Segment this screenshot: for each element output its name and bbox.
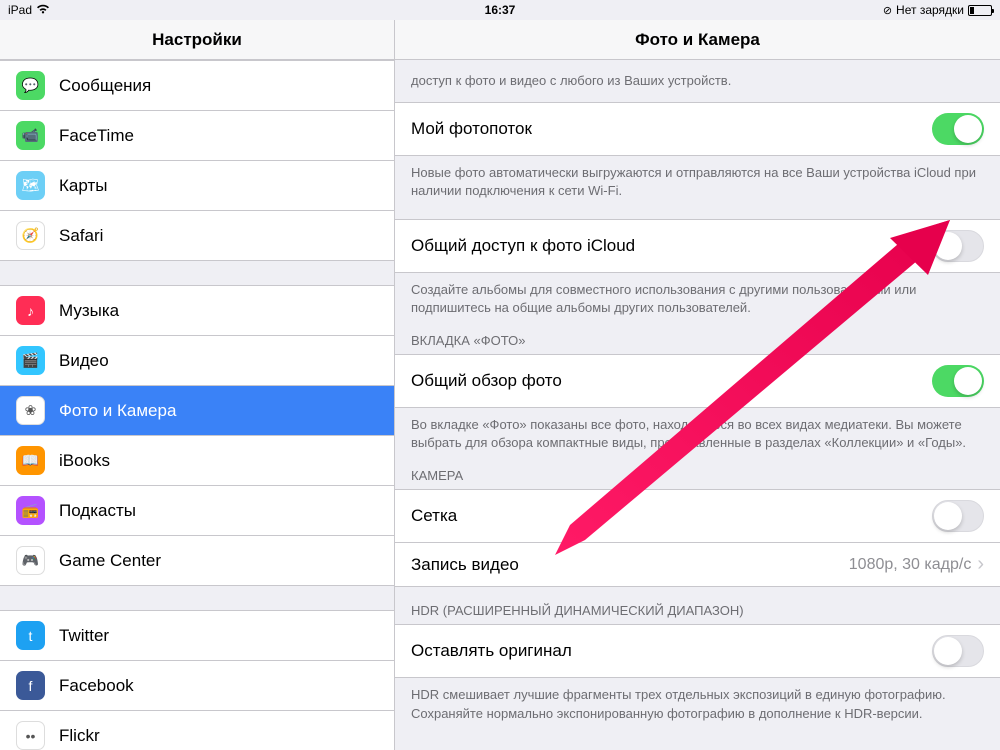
row-label: Общий обзор фото bbox=[411, 371, 932, 391]
sidebar-item-facetime[interactable]: 📹 FaceTime bbox=[0, 110, 394, 160]
row-label: Сетка bbox=[411, 506, 932, 526]
sidebar-item-label: Game Center bbox=[59, 551, 378, 571]
sidebar-item-podcasts[interactable]: 📻 Подкасты bbox=[0, 485, 394, 535]
sidebar-item-music[interactable]: ♪ Музыка bbox=[0, 286, 394, 335]
section-header-hdr: HDR (РАСШИРЕННЫЙ ДИНАМИЧЕСКИЙ ДИАПАЗОН) bbox=[395, 587, 1000, 624]
sidebar-item-label: Музыка bbox=[59, 301, 378, 321]
sidebar-item-flickr[interactable]: •• Flickr bbox=[0, 710, 394, 750]
sidebar-title: Настройки bbox=[0, 20, 394, 60]
wifi-icon bbox=[36, 3, 50, 17]
row-my-photo-stream[interactable]: Мой фотопоток bbox=[395, 103, 1000, 155]
row-photo-overview[interactable]: Общий обзор фото bbox=[395, 355, 1000, 407]
sidebar-item-video[interactable]: 🎬 Видео bbox=[0, 335, 394, 385]
row-value: 1080p, 30 кадр/с bbox=[849, 556, 972, 574]
messages-icon: 💬 bbox=[16, 71, 45, 100]
sidebar-item-photos[interactable]: ❀ Фото и Камера bbox=[0, 385, 394, 435]
sidebar-item-gamecenter[interactable]: 🎮 Game Center bbox=[0, 535, 394, 585]
sidebar-item-label: Safari bbox=[59, 226, 378, 246]
status-bar: iPad 16:37 ⊘ Нет зарядки bbox=[0, 0, 1000, 20]
sidebar-item-ibooks[interactable]: 📖 iBooks bbox=[0, 435, 394, 485]
hdr-footer: HDR смешивает лучшие фрагменты трех отде… bbox=[395, 678, 1000, 742]
sidebar-item-label: Flickr bbox=[59, 726, 378, 746]
gamecenter-icon: 🎮 bbox=[16, 546, 45, 575]
row-icloud-sharing[interactable]: Общий доступ к фото iCloud bbox=[395, 220, 1000, 272]
detail-pane: Фото и Камера доступ к фото и видео с лю… bbox=[395, 20, 1000, 750]
sidebar-item-safari[interactable]: 🧭 Safari bbox=[0, 210, 394, 260]
sidebar-item-messages[interactable]: 💬 Сообщения bbox=[0, 61, 394, 110]
sidebar-item-label: iBooks bbox=[59, 451, 378, 471]
toggle-photo-overview[interactable] bbox=[932, 365, 984, 397]
sidebar-item-label: Подкасты bbox=[59, 501, 378, 521]
sidebar-item-facebook[interactable]: f Facebook bbox=[0, 660, 394, 710]
facebook-icon: f bbox=[16, 671, 45, 700]
maps-icon: 🗺 bbox=[16, 171, 45, 200]
sidebar-item-label: Видео bbox=[59, 351, 378, 371]
toggle-grid[interactable] bbox=[932, 500, 984, 532]
section-header-camera: КАМЕРА bbox=[395, 452, 1000, 489]
facetime-icon: 📹 bbox=[16, 121, 45, 150]
toggle-keep-original[interactable] bbox=[932, 635, 984, 667]
icloud-footer: доступ к фото и видео с любого из Ваших … bbox=[395, 60, 1000, 90]
ibooks-icon: 📖 bbox=[16, 446, 45, 475]
device-label: iPad bbox=[8, 3, 32, 17]
toggle-photo-stream[interactable] bbox=[932, 113, 984, 145]
charge-label: Нет зарядки bbox=[896, 3, 964, 17]
sidebar-item-twitter[interactable]: t Twitter bbox=[0, 611, 394, 660]
sidebar-item-label: Карты bbox=[59, 176, 378, 196]
clock: 16:37 bbox=[485, 3, 516, 17]
twitter-icon: t bbox=[16, 621, 45, 650]
toggle-icloud-sharing[interactable] bbox=[932, 230, 984, 262]
sidebar-item-label: Twitter bbox=[59, 626, 378, 646]
row-label: Оставлять оригинал bbox=[411, 641, 932, 661]
detail-title: Фото и Камера bbox=[395, 20, 1000, 60]
battery-icon bbox=[968, 5, 992, 16]
sidebar: Настройки 💬 Сообщения 📹 FaceTime 🗺 Карты 🧭 Safa… bbox=[0, 20, 395, 750]
phototab-footer: Во вкладке «Фото» показаны все фото, нах… bbox=[395, 408, 1000, 452]
sidebar-item-label: Фото и Камера bbox=[59, 401, 378, 421]
row-label: Мой фотопоток bbox=[411, 119, 932, 139]
video-icon: 🎬 bbox=[16, 346, 45, 375]
sidebar-item-label: Сообщения bbox=[59, 76, 378, 96]
row-record-video[interactable]: Запись видео 1080p, 30 кадр/с › bbox=[395, 542, 1000, 586]
not-charging-icon: ⊘ bbox=[883, 4, 892, 17]
sidebar-item-label: Facebook bbox=[59, 676, 378, 696]
podcasts-icon: 📻 bbox=[16, 496, 45, 525]
icloud-sharing-footer: Создайте альбомы для совместного использ… bbox=[395, 273, 1000, 317]
row-keep-original[interactable]: Оставлять оригинал bbox=[395, 625, 1000, 677]
flickr-icon: •• bbox=[16, 721, 45, 750]
row-label: Общий доступ к фото iCloud bbox=[411, 236, 932, 256]
row-grid[interactable]: Сетка bbox=[395, 490, 1000, 542]
sidebar-item-maps[interactable]: 🗺 Карты bbox=[0, 160, 394, 210]
chevron-right-icon: › bbox=[977, 553, 984, 576]
photo-stream-footer: Новые фото автоматически выгружаются и о… bbox=[395, 156, 1000, 200]
music-icon: ♪ bbox=[16, 296, 45, 325]
section-header-phototab: ВКЛАДКА «ФОТО» bbox=[395, 317, 1000, 354]
sidebar-item-label: FaceTime bbox=[59, 126, 378, 146]
safari-icon: 🧭 bbox=[16, 221, 45, 250]
photos-icon: ❀ bbox=[16, 396, 45, 425]
row-label: Запись видео bbox=[411, 555, 849, 575]
